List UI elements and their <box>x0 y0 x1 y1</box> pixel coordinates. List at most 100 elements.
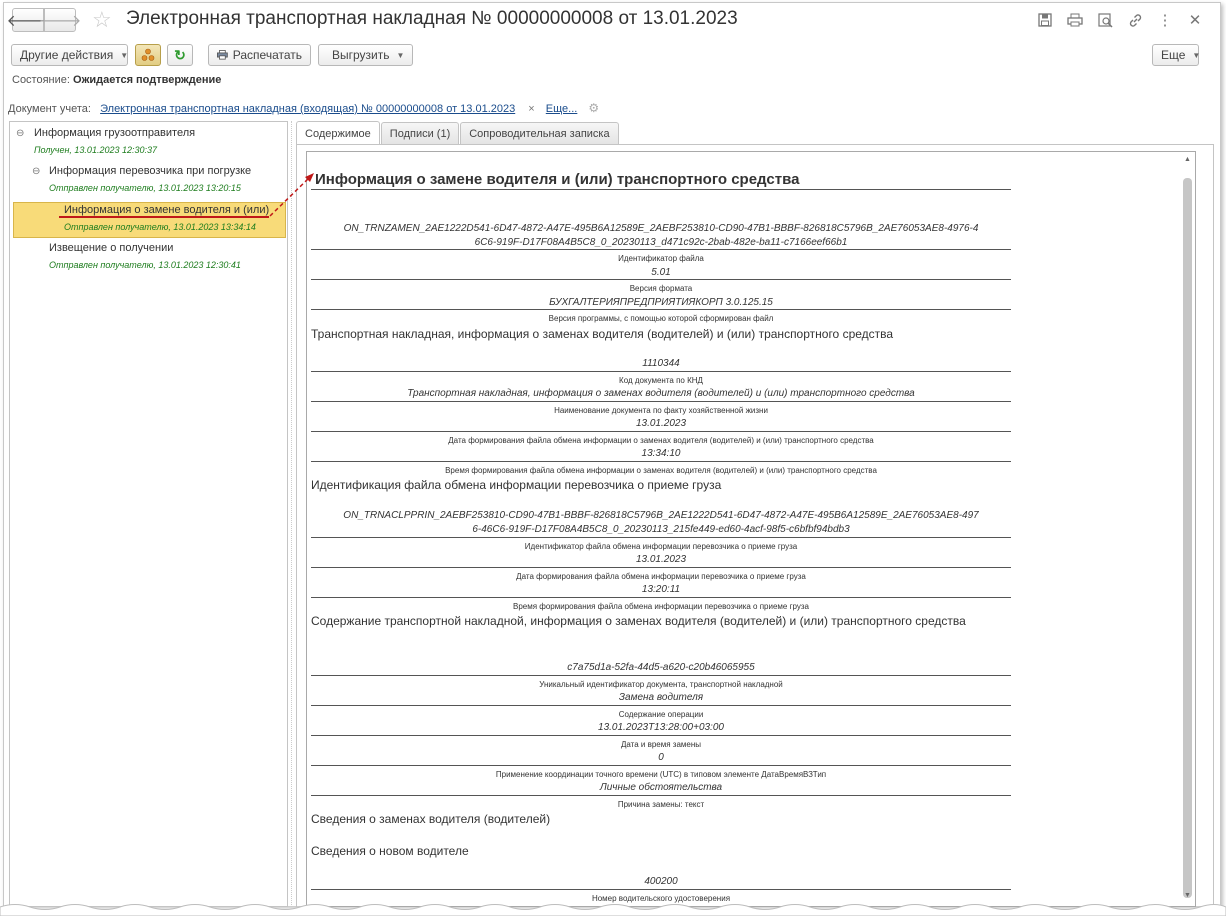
document-more-link[interactable]: Еще... <box>546 103 578 115</box>
section-title: Идентификация файла обмена информации пе… <box>311 478 722 492</box>
tree-item-carrier-loading[interactable]: ⊖ Информация перевозчика при погрузке От… <box>32 165 251 193</box>
structure-button[interactable] <box>135 44 161 66</box>
arrow-right-icon: 🡒 <box>38 12 82 30</box>
divider <box>311 675 1011 676</box>
export-button[interactable]: Выгрузить ▼ <box>318 44 413 66</box>
uid-value: c7a75d1a-52fa-44d5-a620-c20b46065955 <box>567 662 755 673</box>
collapse-icon[interactable]: ⊖ <box>16 128 24 139</box>
tab-strip: Содержимое Подписи (1) Сопроводительная … <box>296 121 620 145</box>
reason-value: Личные обстоятельства <box>599 782 723 793</box>
divider <box>311 279 1011 280</box>
accounting-document-link[interactable]: Электронная транспортная накладная (вход… <box>100 103 515 115</box>
clear-icon[interactable]: × <box>528 103 534 115</box>
document-heading: Информация о замене водителя и (или) тра… <box>315 171 800 188</box>
caption-file-id: Идентификатор файла <box>618 254 704 263</box>
window-title: Электронная транспортная накладная № 000… <box>126 8 738 29</box>
refresh-button[interactable]: ↻ <box>167 44 193 66</box>
carrier-file-line-2: 6-46C6-919F-D17F08A4B5C8_0_20230113_215f… <box>472 524 850 535</box>
vertical-scrollbar[interactable]: ▲ ▼ <box>1182 154 1193 904</box>
annotation-underline <box>59 216 269 218</box>
document-label: Документ учета: <box>8 103 91 115</box>
annotation-arrow <box>269 173 314 217</box>
tree-item-label: Информация грузоотправителя <box>34 127 196 139</box>
dropdown-caret-icon: ▼ <box>1192 50 1201 60</box>
divider <box>311 371 1011 372</box>
close-icon[interactable]: ✕ <box>1180 9 1210 31</box>
format-version-value: 5.01 <box>651 267 671 278</box>
title-bar: 🡐 🡒 ☆ Электронная транспортная накладная… <box>4 3 1220 39</box>
tree-item-status: Отправлен получателю, 13.01.2023 12:30:4… <box>49 260 241 270</box>
status-value: Ожидается подтверждение <box>73 74 222 86</box>
divider <box>311 597 1011 598</box>
tree-item-shipper[interactable]: ⊖ Информация грузоотправителя Получен, 1… <box>16 127 195 155</box>
form-date-value: 13.01.2023 <box>635 418 687 429</box>
caption-doc-name: Наименование документа по факту хозяйств… <box>554 406 768 415</box>
accounting-document-row: Документ учета: Электронная транспортная… <box>8 101 599 115</box>
caption-utc: Применение координации точного времени (… <box>495 770 827 779</box>
scroll-up-icon[interactable]: ▲ <box>1182 154 1193 166</box>
print-button[interactable]: Распечатать <box>208 44 311 66</box>
printer-icon <box>217 50 228 60</box>
panel-splitter[interactable] <box>291 121 295 907</box>
more-label: Еще <box>1161 48 1186 62</box>
caption-operation: Содержание операции <box>618 710 704 719</box>
gear-icon[interactable]: ⚙ <box>588 101 599 115</box>
divider <box>311 705 1011 706</box>
divider <box>311 461 1011 462</box>
divider <box>311 309 1011 310</box>
more-button[interactable]: Еще ▼ <box>1152 44 1201 66</box>
license-value: 400200 <box>644 876 678 887</box>
forward-button[interactable]: 🡒 <box>39 8 81 32</box>
knd-value: 1110344 <box>642 358 680 369</box>
carrier-time-value: 13:20:11 <box>641 584 681 595</box>
divider <box>311 189 1011 190</box>
favorite-star-icon[interactable]: ☆ <box>92 7 112 33</box>
status-line: Состояние: Ожидается подтверждение <box>12 74 221 86</box>
caption-form-date: Дата формирования файла обмена информаци… <box>448 436 874 445</box>
torn-edge <box>0 904 1226 916</box>
preview-icon[interactable] <box>1090 9 1120 31</box>
operation-value: Замена водителя <box>618 692 704 703</box>
divider <box>311 431 1011 432</box>
file-id-line-2: 6C6-919F-D17F08A4B5C8_0_20230113_d471c92… <box>474 237 848 248</box>
tree-item-status: Отправлен получателю, 13.01.2023 13:34:1… <box>64 222 256 232</box>
caption-uid: Уникальный идентификатор документа, тран… <box>539 680 783 689</box>
tree-item-driver-replacement[interactable]: Информация о замене водителя и (или) Отп… <box>64 204 269 232</box>
tree-item-label: Информация перевозчика при погрузке <box>49 165 252 177</box>
save-icon[interactable] <box>1030 9 1060 31</box>
caption-reason: Причина замены: текст <box>617 800 705 809</box>
carrier-date-value: 13.01.2023 <box>635 554 687 565</box>
caption-format-version: Версия формата <box>629 284 693 293</box>
divider <box>311 401 1011 402</box>
tree-item-status: Получен, 13.01.2023 12:30:37 <box>34 145 157 155</box>
tree-item-label: Информация о замене водителя и (или) <box>64 204 270 216</box>
print-icon[interactable] <box>1060 9 1090 31</box>
scroll-down-icon[interactable]: ▼ <box>1182 890 1193 902</box>
scroll-thumb[interactable] <box>1183 178 1192 898</box>
refresh-icon: ↻ <box>174 46 186 63</box>
divider <box>311 537 1011 538</box>
dropdown-caret-icon: ▼ <box>396 50 405 60</box>
tree-item-label: Извещение о получении <box>49 242 174 254</box>
caption-form-time: Время формирования файла обмена информац… <box>445 466 877 475</box>
tab-cover-note[interactable]: Сопроводительная записка <box>460 122 619 144</box>
menu-dots-icon[interactable]: ⋮ <box>1150 9 1180 31</box>
section-title: Транспортная накладная, информация о зам… <box>311 327 894 341</box>
collapse-icon[interactable]: ⊖ <box>32 166 40 177</box>
section-title: Содержание транспортной накладной, инфор… <box>311 614 966 628</box>
tab-content[interactable]: Содержимое <box>296 121 380 145</box>
divider <box>311 765 1011 766</box>
section-title: Сведения о заменах водителя (водителей) <box>311 812 551 826</box>
tab-signatures[interactable]: Подписи (1) <box>380 122 460 144</box>
other-actions-button[interactable]: Другие действия ▼ <box>11 44 128 66</box>
utc-value: 0 <box>658 752 664 763</box>
doc-name-value: Транспортная накладная, информация о зам… <box>407 388 915 399</box>
tree-item-receipt-notice[interactable]: Извещение о получении Отправлен получате… <box>49 242 241 270</box>
caption-knd: Код документа по КНД <box>619 376 703 385</box>
document-content-viewer[interactable]: Информация о замене водителя и (или) тра… <box>306 151 1196 907</box>
hierarchy-icon <box>141 48 155 61</box>
divider <box>311 795 1011 796</box>
divider <box>311 567 1011 568</box>
link-icon[interactable] <box>1120 9 1150 31</box>
export-label: Выгрузить <box>332 48 390 62</box>
